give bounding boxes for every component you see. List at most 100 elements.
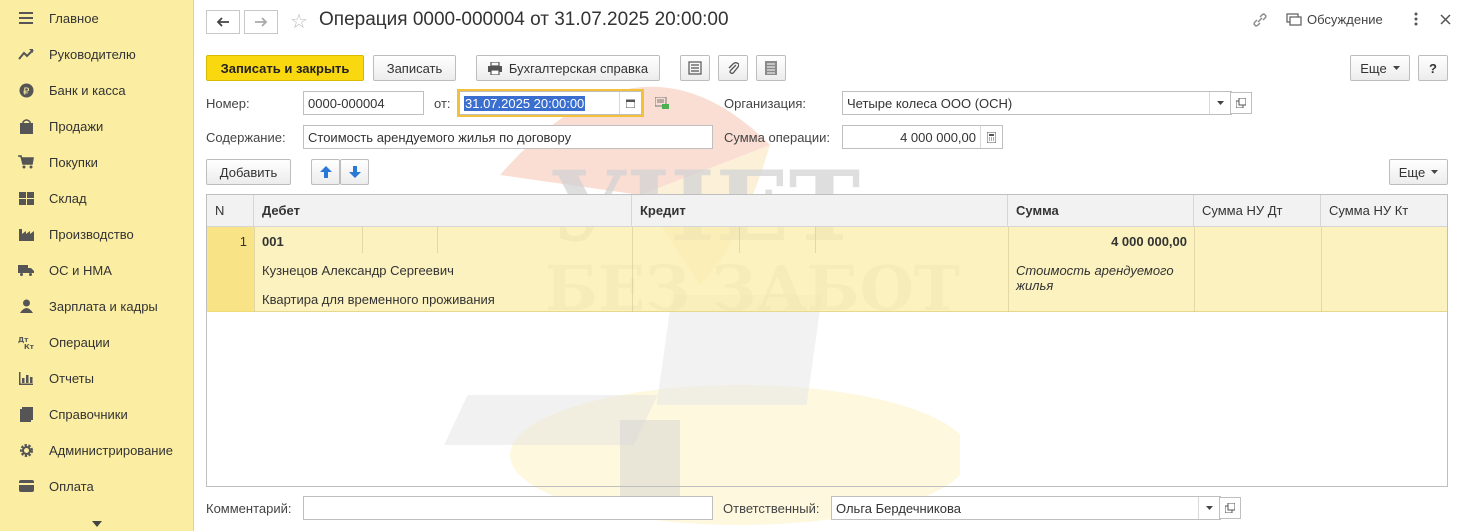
- sidebar-item-salary[interactable]: Зарплата и кадры: [0, 288, 193, 324]
- warehouse-icon: [18, 190, 34, 206]
- favorite-star-icon[interactable]: ☆: [290, 9, 308, 34]
- dt-kt-icon: Дт Кт: [18, 334, 34, 350]
- organization-label: Организация:: [724, 96, 807, 111]
- gear-icon: [18, 442, 34, 458]
- sidebar-item-operations[interactable]: Дт Кт Операции: [0, 324, 193, 360]
- sidebar-item-production[interactable]: Производство: [0, 216, 193, 252]
- table-row[interactable]: 1 001 Кузнецов Александр Сергеевич Кварт…: [207, 227, 1447, 312]
- page-title: Операция 0000-000004 от 31.07.2025 20:00…: [319, 9, 729, 30]
- bar-chart-icon: [18, 370, 34, 386]
- sidebar-item-label: Продажи: [49, 118, 104, 134]
- sidebar-item-payment[interactable]: Оплата: [0, 468, 193, 504]
- sidebar-item-label: Склад: [49, 190, 87, 206]
- more-label: Еще: [1360, 60, 1387, 76]
- dropdown-arrow-icon[interactable]: [1198, 497, 1220, 519]
- structure-button[interactable]: [680, 55, 710, 81]
- sidebar-scroll-down[interactable]: [0, 517, 193, 531]
- move-down-button[interactable]: [340, 159, 369, 185]
- sidebar-item-admin[interactable]: Администрирование: [0, 432, 193, 468]
- col-n[interactable]: N: [207, 195, 254, 226]
- sidebar-item-label: Зарплата и кадры: [49, 298, 158, 314]
- responsible-field[interactable]: Ольга Бердечникова: [831, 496, 1221, 520]
- sidebar-item-label: Банк и касса: [49, 82, 126, 98]
- list-button[interactable]: [756, 55, 786, 81]
- date-field[interactable]: 31.07.2025 20:00:00: [457, 89, 644, 117]
- hierarchy-icon: [688, 61, 702, 75]
- col-credit[interactable]: Кредит: [632, 195, 1008, 226]
- debit-subconto-2[interactable]: Квартира для временного проживания: [262, 292, 495, 307]
- forward-button[interactable]: [244, 10, 278, 34]
- number-field[interactable]: 0000-000004: [303, 91, 424, 115]
- close-icon[interactable]: [1440, 14, 1451, 25]
- row-sum[interactable]: 4 000 000,00: [1008, 234, 1187, 249]
- row-sum-note-line2: жилья: [1016, 278, 1054, 293]
- attach-button[interactable]: [718, 55, 748, 81]
- cart-icon: [18, 154, 34, 170]
- document-list-icon: [765, 61, 777, 75]
- card-icon: [18, 478, 34, 494]
- save-and-close-button[interactable]: Записать и закрыть: [206, 55, 364, 81]
- organization-field[interactable]: Четыре колеса ООО (ОСН): [842, 91, 1232, 115]
- col-debit[interactable]: Дебет: [254, 195, 632, 226]
- operation-sum-field[interactable]: 4 000 000,00: [842, 125, 1003, 149]
- debit-subconto-1[interactable]: Кузнецов Александр Сергеевич: [262, 263, 454, 278]
- move-up-button[interactable]: [311, 159, 340, 185]
- sidebar-item-purchases[interactable]: Покупки: [0, 144, 193, 180]
- operation-sum-label: Сумма операции:: [724, 130, 830, 145]
- sidebar-item-reports[interactable]: Отчеты: [0, 360, 193, 396]
- more-button[interactable]: Еще: [1350, 55, 1410, 81]
- ruble-coin-icon: ₽: [18, 82, 34, 98]
- sidebar-item-bank[interactable]: ₽ Банк и касса: [0, 72, 193, 108]
- content-label: Содержание:: [206, 130, 286, 145]
- menu-icon: [18, 10, 34, 26]
- accounting-report-button[interactable]: Бухгалтерская справка: [476, 55, 660, 81]
- content-field[interactable]: Стоимость арендуемого жилья по договору: [303, 125, 713, 149]
- calculator-icon[interactable]: [980, 126, 1002, 148]
- discussion-button[interactable]: Обсуждение: [1286, 12, 1383, 27]
- table-header: N Дебет Кредит Сумма Сумма НУ Дт Сумма Н…: [207, 195, 1447, 227]
- sidebar-item-manager[interactable]: Руководителю: [0, 36, 193, 72]
- debit-account[interactable]: 001: [262, 234, 284, 249]
- person-icon: [18, 298, 34, 314]
- dropdown-arrow-icon[interactable]: [1209, 92, 1231, 114]
- factory-icon: [18, 226, 34, 242]
- sidebar-item-label: Оплата: [49, 478, 94, 494]
- chat-icon: [1286, 12, 1302, 26]
- table-more-button[interactable]: Еще: [1389, 159, 1448, 185]
- accounting-report-label: Бухгалтерская справка: [508, 60, 649, 76]
- more-vertical-icon[interactable]: [1414, 12, 1418, 26]
- trend-icon: [18, 46, 34, 62]
- date-picker-alt-icon[interactable]: [654, 96, 669, 112]
- save-button[interactable]: Записать: [373, 55, 456, 81]
- sidebar-item-sales[interactable]: Продажи: [0, 108, 193, 144]
- comment-field[interactable]: [303, 496, 713, 520]
- sidebar-item-main[interactable]: Главное: [0, 0, 193, 36]
- table-more-label: Еще: [1398, 164, 1426, 180]
- col-sum-nu-kt[interactable]: Сумма НУ Кт: [1321, 195, 1447, 226]
- arrow-up-icon: [319, 166, 332, 178]
- row-sum-note-line1: Стоимость арендуемого: [1016, 263, 1174, 278]
- col-sum-nu-dt[interactable]: Сумма НУ Дт: [1194, 195, 1321, 226]
- printer-icon: [487, 61, 502, 75]
- open-responsible-icon[interactable]: [1219, 497, 1241, 519]
- sidebar-item-label: Отчеты: [49, 370, 94, 386]
- col-sum[interactable]: Сумма: [1008, 195, 1194, 226]
- open-organization-icon[interactable]: [1230, 92, 1252, 114]
- help-button[interactable]: ?: [1418, 55, 1448, 81]
- sidebar-item-catalogs[interactable]: Справочники: [0, 396, 193, 432]
- sidebar-item-label: Главное: [49, 10, 99, 26]
- sidebar-item-label: Операции: [49, 334, 110, 350]
- chevron-down-icon: [91, 521, 102, 527]
- book-icon: [18, 406, 34, 422]
- sidebar-item-label: Производство: [49, 226, 134, 242]
- calendar-icon[interactable]: [619, 92, 641, 114]
- sidebar-item-warehouse[interactable]: Склад: [0, 180, 193, 216]
- row-number: 1: [239, 234, 247, 249]
- sidebar: Главное Руководителю ₽ Банк и касса Прод…: [0, 0, 194, 531]
- add-row-button[interactable]: Добавить: [206, 159, 291, 185]
- organization-value: Четыре колеса ООО (ОСН): [847, 95, 1013, 111]
- link-icon[interactable]: [1252, 12, 1268, 28]
- back-button[interactable]: [206, 10, 240, 34]
- arrow-right-icon: [255, 17, 268, 27]
- sidebar-item-assets[interactable]: ОС и НМА: [0, 252, 193, 288]
